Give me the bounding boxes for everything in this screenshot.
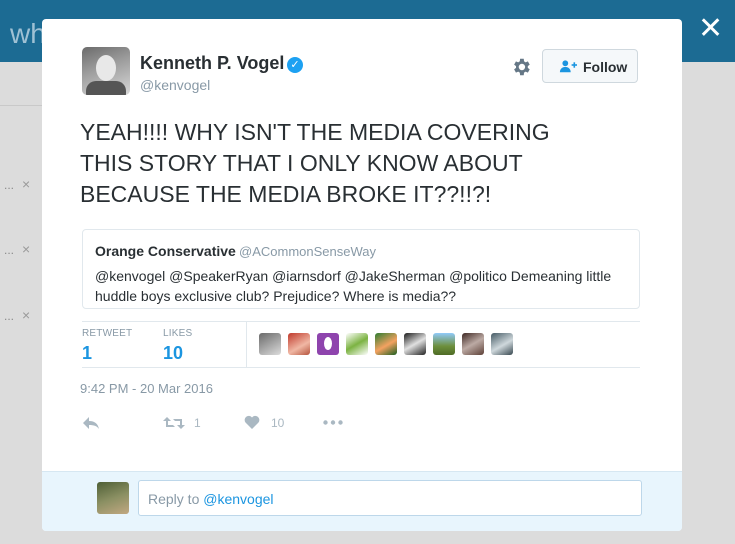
reply-input[interactable]: Reply to @kenvogel xyxy=(138,480,642,516)
more-dots-icon[interactable] xyxy=(323,420,343,425)
verified-badge-icon: ✓ xyxy=(287,57,303,73)
likes-stat-label: LIKES xyxy=(163,328,193,339)
reply-bar: Reply to @kenvogel xyxy=(42,471,682,531)
stats-divider-top xyxy=(82,321,640,322)
like-action-count: 10 xyxy=(271,416,285,430)
tweet-text-line: BECAUSE THE MEDIA BROKE IT??!!?! xyxy=(80,181,492,207)
follow-person-plus-icon xyxy=(559,60,577,73)
background-divider xyxy=(0,105,42,106)
background-ellipsis: ... xyxy=(4,243,15,257)
liker-avatar[interactable] xyxy=(375,333,397,355)
tweet-timestamp[interactable]: 9:42 PM - 20 Mar 2016 xyxy=(80,381,213,396)
background-ellipsis: ... xyxy=(4,309,15,323)
author-handle[interactable]: @kenvogel xyxy=(140,77,210,93)
liker-avatar[interactable] xyxy=(346,333,368,355)
quoted-author-name: Orange Conservative xyxy=(95,243,236,259)
retweet-stat-count[interactable]: 1 xyxy=(82,343,92,364)
stats-divider-bottom xyxy=(82,367,640,368)
likes-stat-count[interactable]: 10 xyxy=(163,343,183,364)
background-dismiss-icon: × xyxy=(22,241,31,257)
liker-avatar[interactable] xyxy=(462,333,484,355)
reply-placeholder: Reply to @kenvogel xyxy=(148,491,274,507)
tweet-text-line: YEAH!!!! WHY ISN'T THE MEDIA COVERING xyxy=(80,119,550,145)
liker-avatar[interactable] xyxy=(317,333,339,355)
gear-icon[interactable] xyxy=(510,56,532,78)
egg-icon xyxy=(324,337,332,350)
tweet-text: YEAH!!!! WHY ISN'T THE MEDIA COVERING TH… xyxy=(80,117,640,210)
retweet-icon[interactable] xyxy=(163,416,185,430)
close-icon[interactable]: ✕ xyxy=(698,14,723,44)
retweet-action-count: 1 xyxy=(194,416,201,430)
retweet-stat-label: RETWEET xyxy=(82,328,133,339)
author-avatar[interactable] xyxy=(82,47,130,95)
liker-avatar[interactable] xyxy=(288,333,310,355)
liker-avatar[interactable] xyxy=(433,333,455,355)
background-ellipsis: ... xyxy=(4,178,15,192)
background-dismiss-icon: × xyxy=(22,176,31,192)
tweet-modal: Kenneth P. Vogel ✓ @kenvogel Follow YEAH… xyxy=(42,19,682,531)
reply-icon[interactable] xyxy=(82,416,100,430)
avatar-shirt xyxy=(86,81,126,95)
stats-divider-vertical xyxy=(246,322,247,367)
follow-label: Follow xyxy=(583,59,628,75)
author-name[interactable]: Kenneth P. Vogel xyxy=(140,53,284,74)
background-dismiss-icon: × xyxy=(22,307,31,323)
reply-placeholder-handle: @kenvogel xyxy=(203,491,274,507)
tweet-text-line: THIS STORY THAT I ONLY KNOW ABOUT xyxy=(80,150,523,176)
quoted-author-handle: @ACommonSenseWay xyxy=(239,244,376,259)
background-header-text-left: wh xyxy=(10,18,46,49)
liker-avatar[interactable] xyxy=(491,333,513,355)
avatar-face xyxy=(96,55,116,81)
follow-button[interactable]: Follow xyxy=(542,49,638,83)
liker-avatar[interactable] xyxy=(259,333,281,355)
liker-avatar[interactable] xyxy=(404,333,426,355)
quoted-tweet[interactable]: Orange Conservative @ACommonSenseWay @ke… xyxy=(82,229,640,309)
reply-placeholder-prefix: Reply to xyxy=(148,491,204,507)
current-user-avatar xyxy=(97,482,129,514)
heart-icon[interactable] xyxy=(244,415,260,429)
quoted-tweet-text: @kenvogel @SpeakerRyan @iarnsdorf @JakeS… xyxy=(95,268,612,304)
